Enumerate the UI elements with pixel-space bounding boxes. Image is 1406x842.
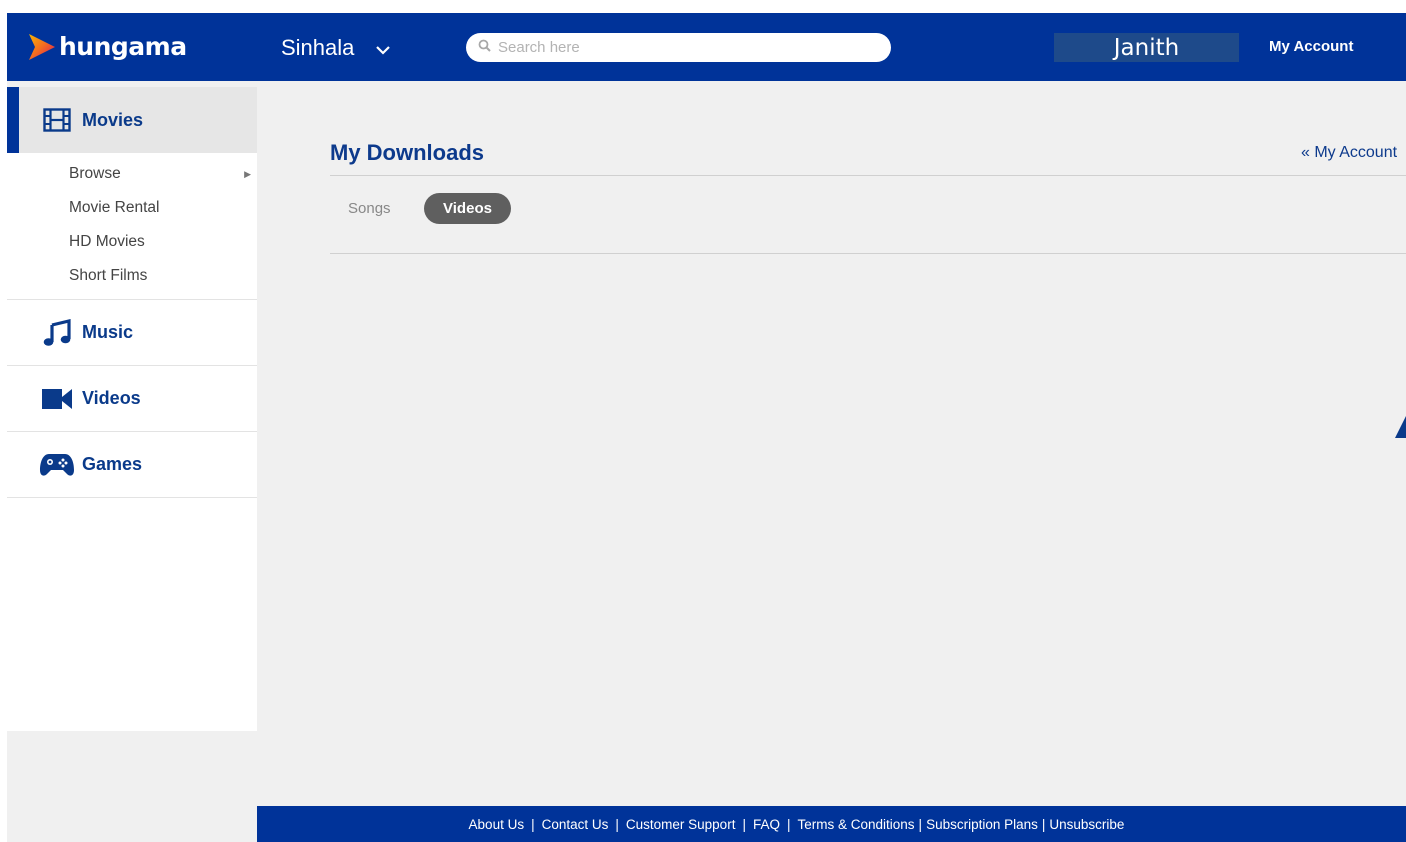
submenu-label: Movie Rental bbox=[69, 199, 160, 216]
left-border bbox=[0, 0, 7, 842]
gamepad-icon bbox=[39, 449, 75, 481]
footer-link-customer-support[interactable]: Customer Support bbox=[626, 817, 736, 832]
sidebar-item-label: Music bbox=[82, 322, 134, 342]
tab-videos[interactable]: Videos bbox=[424, 193, 511, 224]
footer-link-subscription-plans[interactable]: Subscription Plans bbox=[926, 817, 1038, 832]
submenu-label: Browse bbox=[69, 165, 121, 182]
separator: | bbox=[786, 816, 791, 832]
caret-right-icon: ▶ bbox=[244, 169, 251, 179]
top-border bbox=[0, 0, 1406, 13]
footer-link-terms[interactable]: Terms & Conditions bbox=[798, 817, 915, 832]
footer-link-contact-us[interactable]: Contact Us bbox=[542, 817, 609, 832]
footer-link-about-us[interactable]: About Us bbox=[469, 817, 525, 832]
sidebar: Movies Browse ▶ Movie Rental HD Movies S… bbox=[7, 87, 257, 731]
top-header: hungama Sinhala Janith My Account bbox=[7, 13, 1406, 81]
chevron-down-icon bbox=[376, 35, 391, 61]
film-icon bbox=[39, 104, 75, 136]
scroll-arrow-icon[interactable] bbox=[1394, 414, 1406, 438]
separator: | bbox=[531, 816, 535, 832]
hungama-logo[interactable]: hungama bbox=[27, 31, 187, 63]
search-input[interactable] bbox=[496, 38, 880, 57]
logo-text: hungama bbox=[59, 32, 187, 61]
search-icon bbox=[478, 39, 491, 57]
music-note-icon bbox=[39, 317, 75, 349]
page: hungama Sinhala Janith My Account bbox=[0, 0, 1406, 842]
sidebar-item-videos[interactable]: Videos bbox=[7, 366, 257, 432]
page-title: My Downloads bbox=[330, 140, 485, 165]
sidebar-item-label: Games bbox=[82, 454, 143, 474]
language-select[interactable]: Sinhala bbox=[281, 35, 391, 61]
separator: | bbox=[742, 816, 746, 832]
footer-link-unsubscribe[interactable]: Unsubscribe bbox=[1049, 817, 1124, 832]
play-triangle-icon bbox=[29, 34, 55, 60]
separator: | bbox=[918, 816, 923, 832]
tabs-divider bbox=[330, 253, 1406, 254]
movies-submenu: Browse ▶ Movie Rental HD Movies Short Fi… bbox=[7, 153, 257, 300]
separator: | bbox=[1041, 816, 1046, 832]
my-account-link[interactable]: My Account bbox=[1269, 38, 1353, 55]
search-box[interactable] bbox=[466, 33, 891, 62]
sidebar-item-label: Movies bbox=[82, 109, 144, 130]
sidebar-item-movies[interactable]: Movies bbox=[7, 87, 257, 153]
back-to-my-account-link[interactable]: « My Account bbox=[1301, 144, 1397, 162]
submenu-label: Short Films bbox=[69, 267, 148, 284]
language-label: Sinhala bbox=[281, 35, 355, 60]
separator: | bbox=[615, 816, 619, 832]
video-camera-icon bbox=[39, 383, 75, 415]
footer-link-faq[interactable]: FAQ bbox=[753, 817, 780, 832]
sidebar-item-games[interactable]: Games bbox=[7, 432, 257, 498]
user-name-badge[interactable]: Janith bbox=[1054, 33, 1239, 62]
title-divider bbox=[330, 175, 1406, 176]
submenu-label: HD Movies bbox=[69, 233, 145, 250]
tab-songs[interactable]: Songs bbox=[338, 193, 401, 224]
submenu-item-movie-rental[interactable]: Movie Rental bbox=[7, 191, 257, 225]
sidebar-item-music[interactable]: Music bbox=[7, 300, 257, 366]
submenu-item-short-films[interactable]: Short Films bbox=[7, 259, 257, 293]
submenu-item-hd-movies[interactable]: HD Movies bbox=[7, 225, 257, 259]
footer: About Us | Contact Us | Customer Support… bbox=[257, 806, 1406, 842]
submenu-item-browse[interactable]: Browse ▶ bbox=[7, 157, 257, 191]
sidebar-item-label: Videos bbox=[82, 388, 141, 408]
